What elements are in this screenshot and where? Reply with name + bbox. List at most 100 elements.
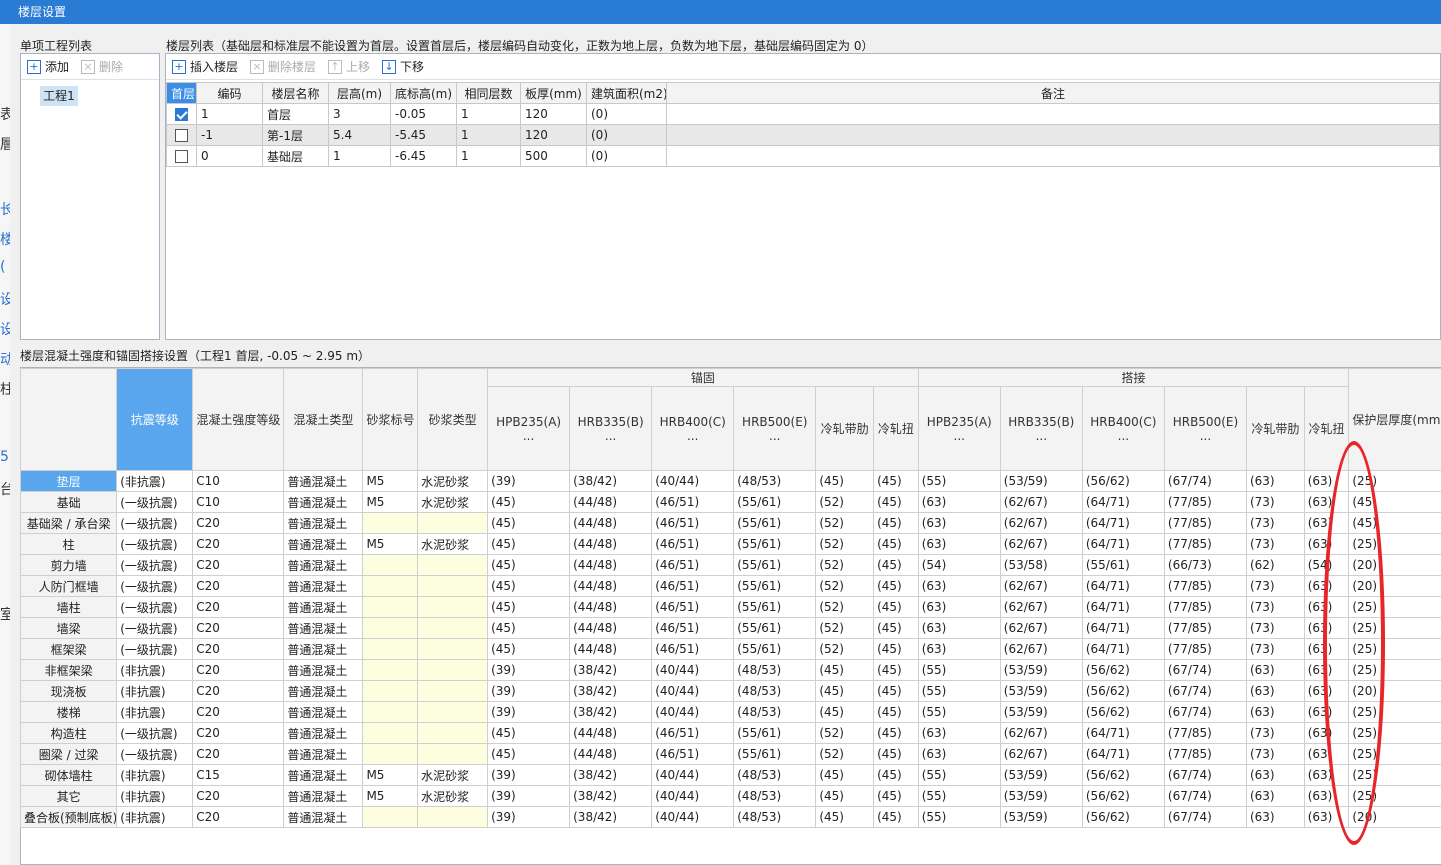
concrete-row[interactable]: 构造柱 (一级抗震) C20 普通混凝土 (45) (44/48) (46/51) (55/6…: [19, 722, 1441, 744]
lap-cell[interactable]: (62/67): [999, 512, 1083, 534]
mortar-cell[interactable]: [362, 617, 419, 639]
anchor-cell[interactable]: (45): [873, 491, 919, 513]
lap-cell[interactable]: (77/85): [1163, 638, 1247, 660]
floor-cell-bottom[interactable]: -5.45: [390, 124, 457, 146]
lap-cell[interactable]: (53/58): [999, 554, 1083, 576]
anchor-cell[interactable]: (55/61): [733, 512, 817, 534]
lap-cell[interactable]: (55): [917, 806, 1001, 828]
cover-cell[interactable]: (25): [1348, 659, 1441, 681]
component-name[interactable]: 楼梯: [19, 701, 118, 723]
anchor-cell[interactable]: (52): [815, 638, 875, 660]
anchor-cell[interactable]: (40/44): [651, 806, 735, 828]
anchor-cell[interactable]: (45): [873, 533, 919, 555]
anchor-cell[interactable]: (45): [873, 701, 919, 723]
lap-cell[interactable]: (73): [1245, 533, 1305, 555]
col-anchor-cold-ribbed[interactable]: 冷轧带肋: [815, 386, 875, 471]
anchor-cell[interactable]: (46/51): [651, 617, 735, 639]
anchor-cell[interactable]: (48/53): [733, 470, 817, 492]
anchor-cell[interactable]: (44/48): [569, 533, 653, 555]
col-lap-cold-twisted[interactable]: 冷轧扭: [1303, 386, 1350, 471]
anchor-cell[interactable]: (46/51): [651, 491, 735, 513]
first-floor-cell[interactable]: [166, 124, 197, 146]
lap-cell[interactable]: (53/59): [999, 470, 1083, 492]
cover-cell[interactable]: (25): [1348, 785, 1441, 807]
lap-cell[interactable]: (73): [1245, 596, 1305, 618]
lap-cell[interactable]: (67/74): [1163, 806, 1247, 828]
anchor-cell[interactable]: (45): [873, 596, 919, 618]
floor-cell-code[interactable]: -1: [196, 124, 263, 146]
seismic-cell[interactable]: (一级抗震): [116, 533, 194, 555]
lap-cell[interactable]: (73): [1245, 743, 1305, 765]
strength-cell[interactable]: C20: [192, 743, 285, 765]
component-name[interactable]: 人防门框墙: [19, 575, 118, 597]
strength-cell[interactable]: C10: [192, 491, 285, 513]
anchor-cell[interactable]: (45): [487, 743, 571, 765]
concrete-type-cell[interactable]: 普通混凝土: [283, 764, 364, 786]
anchor-cell[interactable]: (46/51): [651, 638, 735, 660]
anchor-cell[interactable]: (44/48): [569, 596, 653, 618]
mortar-cell[interactable]: M5: [362, 764, 419, 786]
lap-cell[interactable]: (77/85): [1163, 491, 1247, 513]
mortar-type-cell[interactable]: 水泥砂浆: [417, 764, 489, 786]
component-name[interactable]: 框架梁: [19, 638, 118, 660]
anchor-cell[interactable]: (45): [873, 764, 919, 786]
concrete-type-cell[interactable]: 普通混凝土: [283, 722, 364, 744]
lap-cell[interactable]: (53/59): [999, 764, 1083, 786]
cover-cell[interactable]: (20): [1348, 680, 1441, 702]
component-name[interactable]: 墙柱: [19, 596, 118, 618]
cover-cell[interactable]: (20): [1348, 806, 1441, 828]
concrete-row[interactable]: 圈梁 / 过梁 (一级抗震) C20 普通混凝土 (45) (44/48) (46/51)(…: [19, 743, 1441, 765]
floor-cell-same[interactable]: 1: [456, 103, 521, 125]
floor-cell-note[interactable]: [666, 103, 1440, 125]
anchor-cell[interactable]: (44/48): [569, 638, 653, 660]
lap-cell[interactable]: (63): [1303, 764, 1350, 786]
concrete-row[interactable]: 楼梯 (非抗震) C20 普通混凝土 (39) (38/42) (40/44) (48/53)…: [19, 701, 1441, 723]
concrete-row[interactable]: 柱 (一级抗震) C20 普通混凝土 M5 水泥砂浆 (45) (44/48) (46/51)(…: [19, 533, 1441, 555]
col-lap-hrb400[interactable]: HRB400(C)...: [1081, 386, 1165, 471]
anchor-cell[interactable]: (40/44): [651, 680, 735, 702]
lap-cell[interactable]: (55): [917, 659, 1001, 681]
mortar-type-cell[interactable]: [417, 743, 489, 765]
cover-cell[interactable]: (20): [1348, 554, 1441, 576]
col-lap-hpb235[interactable]: HPB235(A)...: [917, 386, 1001, 471]
anchor-cell[interactable]: (45): [815, 764, 875, 786]
mortar-type-cell[interactable]: [417, 680, 489, 702]
anchor-cell[interactable]: (45): [815, 701, 875, 723]
anchor-cell[interactable]: (45): [815, 680, 875, 702]
anchor-cell[interactable]: (44/48): [569, 575, 653, 597]
anchor-cell[interactable]: (39): [487, 659, 571, 681]
floor-cell-area[interactable]: (0): [586, 103, 667, 125]
floor-cell-thick[interactable]: 120: [520, 124, 587, 146]
lap-cell[interactable]: (55): [917, 764, 1001, 786]
concrete-type-cell[interactable]: 普通混凝土: [283, 491, 364, 513]
anchor-cell[interactable]: (44/48): [569, 512, 653, 534]
concrete-row[interactable]: 墙柱 (一级抗震) C20 普通混凝土 (45) (44/48) (46/51) (55/61…: [19, 596, 1441, 618]
anchor-cell[interactable]: (52): [815, 617, 875, 639]
anchor-cell[interactable]: (46/51): [651, 554, 735, 576]
anchor-cell[interactable]: (45): [815, 470, 875, 492]
anchor-cell[interactable]: (44/48): [569, 554, 653, 576]
lap-cell[interactable]: (62/67): [999, 491, 1083, 513]
col-same[interactable]: 相同层数: [456, 82, 521, 104]
strength-cell[interactable]: C20: [192, 680, 285, 702]
anchor-cell[interactable]: (39): [487, 785, 571, 807]
lap-cell[interactable]: (62/67): [999, 596, 1083, 618]
concrete-type-cell[interactable]: 普通混凝土: [283, 659, 364, 681]
lap-cell[interactable]: (62/67): [999, 638, 1083, 660]
anchor-cell[interactable]: (38/42): [569, 785, 653, 807]
lap-cell[interactable]: (63): [917, 596, 1001, 618]
cover-cell[interactable]: (25): [1348, 533, 1441, 555]
seismic-cell[interactable]: (一级抗震): [116, 596, 194, 618]
anchor-cell[interactable]: (55/61): [733, 743, 817, 765]
mortar-cell[interactable]: [362, 638, 419, 660]
anchor-cell[interactable]: (45): [487, 617, 571, 639]
anchor-cell[interactable]: (46/51): [651, 722, 735, 744]
seismic-cell[interactable]: (一级抗震): [116, 512, 194, 534]
strength-cell[interactable]: C20: [192, 512, 285, 534]
col-strength[interactable]: 混凝土强度等级: [192, 368, 285, 471]
lap-cell[interactable]: (77/85): [1163, 512, 1247, 534]
lap-cell[interactable]: (53/59): [999, 806, 1083, 828]
lap-cell[interactable]: (63): [1303, 806, 1350, 828]
lap-cell[interactable]: (63): [1303, 575, 1350, 597]
floor-cell-bottom[interactable]: -0.05: [390, 103, 457, 125]
